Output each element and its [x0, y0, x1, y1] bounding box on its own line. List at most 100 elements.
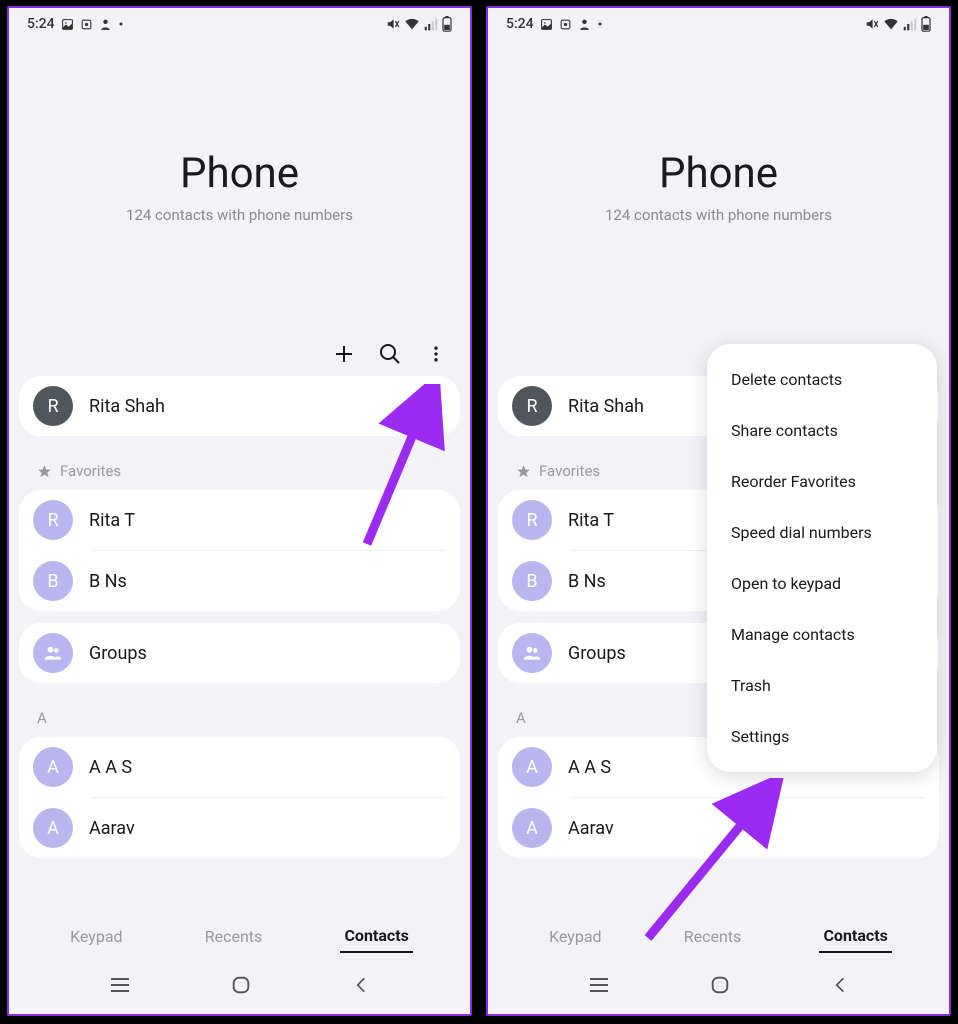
menu-delete-contacts[interactable]: Delete contacts [707, 354, 937, 405]
menu-reorder-favorites[interactable]: Reorder Favorites [707, 456, 937, 507]
content: R Rita Shah Favorites R Rita T B B Ns Gr… [9, 376, 470, 870]
overflow-menu: Delete contacts Share contacts Reorder F… [707, 344, 937, 772]
header: Phone 124 contacts with phone numbers [9, 36, 470, 376]
avatar: A [33, 747, 73, 787]
groups-row[interactable]: Groups [19, 623, 460, 683]
signal-icon [424, 17, 438, 31]
search-button[interactable] [376, 340, 404, 368]
menu-settings[interactable]: Settings [707, 711, 937, 762]
tab-contacts[interactable]: Contacts [340, 920, 412, 953]
avatar: B [512, 561, 552, 601]
menu-speed-dial[interactable]: Speed dial numbers [707, 507, 937, 558]
contact-name: Rita Shah [568, 396, 644, 417]
tab-recents[interactable]: Recents [680, 921, 746, 952]
avatar: R [33, 500, 73, 540]
navbar [9, 964, 470, 1014]
contact-name: B Ns [568, 571, 606, 592]
signal-icon [903, 17, 917, 31]
status-bar: 5:24 [488, 8, 949, 36]
image-icon [61, 18, 74, 31]
contact-name: A A S [568, 757, 611, 778]
mute-icon [865, 17, 879, 31]
page-title: Phone [659, 149, 778, 198]
battery-icon [442, 16, 452, 32]
shield-icon [559, 18, 572, 31]
alpha-letter: A [37, 709, 47, 727]
screen-left: 5:24 Phone 124 contacts with phone numbe… [7, 6, 472, 1016]
avatar: B [33, 561, 73, 601]
user-icon [578, 18, 591, 31]
alpha-letter: A [516, 709, 526, 727]
page-subtitle: 124 contacts with phone numbers [126, 206, 353, 224]
wifi-icon [883, 17, 899, 31]
favorites-card: R Rita T B B Ns [19, 490, 460, 611]
nav-recents-icon[interactable] [108, 975, 132, 995]
alpha-card: A A A S A Aarav [19, 737, 460, 858]
toolbar [330, 340, 450, 368]
dot-icon [118, 21, 124, 27]
contact-row[interactable]: A Aarav [19, 798, 460, 858]
menu-share-contacts[interactable]: Share contacts [707, 405, 937, 456]
nav-home-icon[interactable] [709, 974, 731, 996]
battery-icon [921, 16, 931, 32]
avatar: R [512, 386, 552, 426]
menu-trash[interactable]: Trash [707, 660, 937, 711]
groups-label: Groups [89, 643, 147, 664]
contact-row[interactable]: R Rita T [19, 490, 460, 550]
favorites-text: Favorites [539, 462, 600, 480]
contact-name: Rita T [89, 510, 135, 531]
avatar: A [512, 808, 552, 848]
contact-name: Aarav [89, 818, 135, 839]
mute-icon [386, 17, 400, 31]
contact-row[interactable]: B B Ns [19, 551, 460, 611]
groups-label: Groups [568, 643, 626, 664]
page-subtitle: 124 contacts with phone numbers [605, 206, 832, 224]
contact-name: B Ns [89, 571, 127, 592]
groups-icon [33, 633, 73, 673]
contact-name: A A S [89, 757, 132, 778]
tab-keypad[interactable]: Keypad [545, 921, 606, 952]
tab-recents[interactable]: Recents [201, 921, 267, 952]
user-icon [99, 18, 112, 31]
avatar: R [512, 500, 552, 540]
my-profile-card: R Rita Shah [19, 376, 460, 436]
navbar [488, 964, 949, 1014]
menu-manage-contacts[interactable]: Manage contacts [707, 609, 937, 660]
header: Phone 124 contacts with phone numbers [488, 36, 949, 376]
nav-back-icon[interactable] [351, 974, 371, 996]
alpha-section: A [19, 695, 460, 737]
avatar: A [512, 747, 552, 787]
tab-keypad[interactable]: Keypad [66, 921, 127, 952]
contact-name: Aarav [568, 818, 614, 839]
star-icon [37, 464, 52, 479]
wifi-icon [404, 17, 420, 31]
status-bar: 5:24 [9, 8, 470, 36]
nav-back-icon[interactable] [830, 974, 850, 996]
status-time: 5:24 [27, 16, 55, 32]
contact-row[interactable]: A Aarav [498, 798, 939, 858]
favorites-text: Favorites [60, 462, 121, 480]
nav-home-icon[interactable] [230, 974, 252, 996]
groups-icon [512, 633, 552, 673]
page-title: Phone [180, 149, 299, 198]
groups-card: Groups [19, 623, 460, 683]
bottom-tabs: Keypad Recents Contacts [9, 908, 470, 964]
contact-row[interactable]: A A A S [19, 737, 460, 797]
nav-recents-icon[interactable] [587, 975, 611, 995]
more-button[interactable] [422, 340, 450, 368]
menu-open-keypad[interactable]: Open to keypad [707, 558, 937, 609]
dot-icon [597, 21, 603, 27]
shield-icon [80, 18, 93, 31]
contact-name: Rita Shah [89, 396, 165, 417]
contact-row[interactable]: R Rita Shah [19, 376, 460, 436]
tab-contacts[interactable]: Contacts [819, 920, 891, 953]
add-button[interactable] [330, 340, 358, 368]
screen-right: 5:24 Phone 124 contacts with phone numbe… [486, 6, 951, 1016]
image-icon [540, 18, 553, 31]
favorites-label: Favorites [19, 448, 460, 490]
avatar: A [33, 808, 73, 848]
status-time: 5:24 [506, 16, 534, 32]
star-icon [516, 464, 531, 479]
avatar: R [33, 386, 73, 426]
bottom-tabs: Keypad Recents Contacts [488, 908, 949, 964]
